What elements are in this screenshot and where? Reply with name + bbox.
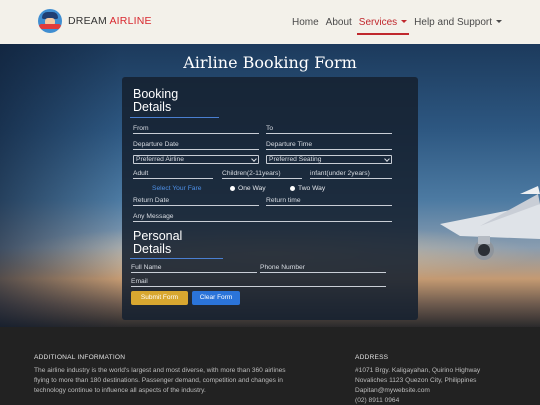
page-title: Airline Booking Form <box>183 53 357 72</box>
preferred-airline-value: Preferred Airline <box>136 156 184 163</box>
nav-link-help-label: Help and Support <box>414 16 492 28</box>
section-divider <box>130 117 219 118</box>
adult-field[interactable]: Adult <box>133 170 213 179</box>
radio-circle-icon <box>230 186 235 191</box>
departure-date-field[interactable]: Departure Date <box>133 141 259 150</box>
to-field[interactable]: To <box>266 125 392 134</box>
pilot-logo-icon <box>38 9 62 33</box>
chevron-down-icon <box>496 19 502 23</box>
preferred-airline-select[interactable]: Preferred Airline <box>133 155 259 164</box>
airplane-image <box>440 186 540 260</box>
full-name-field[interactable]: Full Name <box>131 264 257 273</box>
personal-details-heading: Personal Details <box>133 230 182 256</box>
contact-email[interactable]: Dapitan@mywebsite.com <box>355 386 430 396</box>
address-line: #1071 Brgy. Kaligayahan, Quirino Highway <box>355 367 481 374</box>
info-text-line: flying to more than 180 destinations. Pa… <box>34 377 283 384</box>
brand-name-part1: DREAM <box>68 15 107 27</box>
radio-circle-icon <box>290 186 295 191</box>
clear-form-button[interactable]: Clear Form <box>192 291 240 305</box>
two-way-radio[interactable]: Two Way <box>290 185 325 192</box>
infant-field[interactable]: infant(under 2years) <box>310 170 392 179</box>
children-field[interactable]: Children(2-11years) <box>222 170 302 179</box>
nav-links: Home About Services Help and Support <box>285 0 502 44</box>
brand-logo[interactable]: DREAM AIRLINE <box>38 9 152 33</box>
brand-name: DREAM AIRLINE <box>68 15 152 27</box>
personal-heading-line2: Details <box>133 242 172 256</box>
preferred-seating-select[interactable]: Preferred Seating <box>266 155 392 164</box>
nav-link-help-support[interactable]: Help and Support <box>414 17 502 28</box>
two-way-label: Two Way <box>298 185 326 192</box>
one-way-label: One Way <box>238 185 266 192</box>
section-divider <box>130 258 223 259</box>
email-field[interactable]: Email <box>131 278 386 287</box>
nav-link-home[interactable]: Home <box>292 17 319 28</box>
brand-name-part2: AIRLINE <box>109 15 152 27</box>
contact-phone: (02) 8911 0964 <box>355 397 400 404</box>
hero-section: Airline Booking Form Booking Details Fro… <box>0 44 540 327</box>
info-text-line: technology continue to influence all asp… <box>34 387 206 394</box>
nav-link-services[interactable]: Services <box>356 16 410 35</box>
address-line: Novaliches 1123 Quezon City, Philippines <box>355 377 477 384</box>
phone-number-field[interactable]: Phone Number <box>260 264 386 273</box>
departure-time-field[interactable]: Departure Time <box>266 141 392 150</box>
return-time-field[interactable]: Return time <box>266 197 392 206</box>
nav-link-about[interactable]: About <box>326 17 352 28</box>
submit-form-button[interactable]: Submit Form <box>131 291 188 305</box>
booking-heading-line2: Details <box>133 100 172 114</box>
chevron-down-icon <box>251 156 257 162</box>
background-haze <box>0 44 120 327</box>
select-fare-label: Select Your Fare <box>152 185 202 192</box>
chevron-down-icon <box>384 156 390 162</box>
additional-info-heading: ADDITIONAL INFORMATION <box>34 354 126 361</box>
return-date-field[interactable]: Return Date <box>133 197 259 206</box>
message-field[interactable]: Any Message <box>133 213 392 222</box>
preferred-seating-value: Preferred Seating <box>269 156 322 163</box>
from-field[interactable]: From <box>133 125 259 134</box>
footer: ADDITIONAL INFORMATION The airline indus… <box>0 327 540 405</box>
address-heading: ADDRESS <box>355 354 389 361</box>
navbar: DREAM AIRLINE Home About Services Help a… <box>0 0 540 44</box>
booking-form: Booking Details From To Departure Date D… <box>122 77 418 320</box>
info-text-line: The airline industry is the world's larg… <box>34 367 286 374</box>
one-way-radio[interactable]: One Way <box>230 185 266 192</box>
nav-link-services-label: Services <box>358 16 398 28</box>
booking-details-heading: Booking Details <box>133 88 178 114</box>
chevron-down-icon <box>401 19 408 23</box>
